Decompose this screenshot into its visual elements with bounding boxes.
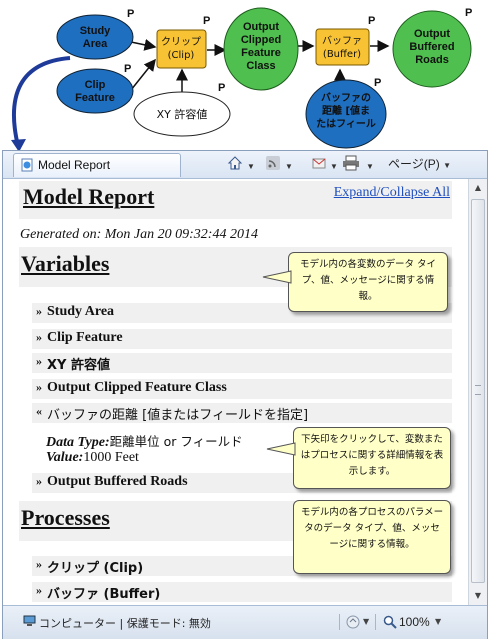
process-label: クリップ (Clip) <box>47 561 144 576</box>
node-buffer-tool[interactable]: バッファ(Buffer) <box>315 28 370 66</box>
home-dropdown[interactable]: ▼ <box>247 158 255 176</box>
report-content: Model Report Expand/Collapse All Generat… <box>3 179 468 605</box>
data-type-label: Data Type: <box>46 435 110 450</box>
value-label: Value: <box>46 450 84 465</box>
value-line: Value:1000 Feet <box>46 450 139 466</box>
callout-arrow-help: 下矢印をクリックして、変数またはプロセスに関する詳細情報を表示します。 <box>293 427 451 489</box>
callout-processes: モデル内の各プロセスのパラメータのデータ タイプ、値、メッセージに関する情報。 <box>293 500 451 574</box>
print-button[interactable] <box>342 155 360 173</box>
p-marker: P <box>218 82 225 94</box>
browser-toolbar: Model Report ▼ ▼ ▼ ▼ ページ(P) ▼ <box>3 151 487 179</box>
callout-pointer <box>262 270 292 284</box>
scroll-up-icon[interactable]: ▲ <box>470 180 486 196</box>
expand-collapse-link[interactable]: Expand/Collapse All <box>334 185 450 201</box>
svg-text:OutputBufferedRoads: Output Buffered Roads <box>409 28 454 66</box>
node-study-area[interactable]: Study Area <box>56 14 134 60</box>
scroll-down-icon[interactable]: ▼ <box>470 588 486 604</box>
chevron-down-icon: » <box>36 557 42 571</box>
node-output-buffered[interactable]: Output Buffered Roads <box>392 10 472 88</box>
chevron-down-icon: » <box>36 354 42 368</box>
variable-label: Output Buffered Roads <box>47 474 188 489</box>
status-divider <box>375 614 376 630</box>
variable-label: Output Clipped Feature Class <box>47 380 227 395</box>
p-marker: P <box>374 77 381 89</box>
generated-timestamp: Generated on: Mon Jan 20 09:32:44 2014 <box>20 227 258 242</box>
feeds-dropdown[interactable]: ▼ <box>285 158 293 176</box>
status-text: コンピューター | 保護モード: 無効 <box>39 617 211 630</box>
variable-label: XY 許容値 <box>47 358 110 373</box>
node-output-clipped[interactable]: Output Clipped Feature Class <box>223 7 299 91</box>
process-row-buffer[interactable]: » バッファ (Buffer) <box>32 582 452 602</box>
rss-icon <box>266 156 280 170</box>
zoom-icon[interactable] <box>383 615 397 629</box>
chevron-down-icon: » <box>36 330 42 344</box>
p-marker: P <box>127 8 134 20</box>
processes-heading: Processes <box>21 505 110 530</box>
variables-heading: Variables <box>21 251 110 276</box>
zoom-level[interactable]: 100% <box>399 615 430 629</box>
node-study-area-label: Study Area <box>80 25 111 50</box>
data-type-value: 距離単位 or フィールド <box>109 434 243 449</box>
p-marker: P <box>465 7 472 19</box>
report-title: Model Report <box>23 184 155 209</box>
page-menu-label: ページ(P) <box>388 157 440 171</box>
home-icon <box>227 156 243 170</box>
chevron-down-icon[interactable]: ▼ <box>435 617 441 626</box>
chevron-up-icon: « <box>36 404 42 418</box>
p-marker: P <box>203 15 210 27</box>
variable-label: Study Area <box>47 304 115 319</box>
data-type-line: Data Type:距離単位 or フィールド <box>46 431 243 451</box>
chevron-down-icon[interactable]: ▼ <box>363 617 369 626</box>
model-diagram: Study Area P Clip Feature P XY 許容値 P クリップ(… <box>11 7 472 150</box>
value-value: 1000 Feet <box>83 450 139 465</box>
printer-icon <box>343 155 359 171</box>
mail-dropdown[interactable]: ▼ <box>330 158 338 176</box>
computer-icon <box>23 615 36 626</box>
node-clip-tool[interactable]: クリップ(Clip) <box>156 29 207 69</box>
svg-text:バッファの距離 [値またはフィール: バッファの距離 [値またはフィール <box>316 92 376 130</box>
svg-text:XY 許容値: XY 許容値 <box>157 107 208 121</box>
status-bar: コンピューター | 保護モード: 無効 ▼ 100% ▼ <box>3 605 487 639</box>
pointer-arrowhead <box>11 139 26 150</box>
feeds-button[interactable] <box>265 155 281 173</box>
protected-mode-icon[interactable] <box>345 614 361 630</box>
p-marker: P <box>368 15 375 27</box>
chevron-down-icon: » <box>36 583 42 597</box>
process-label: バッファ (Buffer) <box>47 587 161 602</box>
mail-icon <box>312 158 326 169</box>
page-menu-button[interactable]: ページ(P) ▼ <box>388 155 451 173</box>
chevron-down-icon: » <box>36 474 42 488</box>
p-marker: P <box>124 63 131 75</box>
variable-row-xy-tolerance[interactable]: » XY 許容値 <box>32 353 452 373</box>
svg-text:OutputClippedFeatureClass: Output Clipped Feature Class <box>241 21 281 72</box>
mail-button[interactable] <box>311 155 327 173</box>
variable-label: バッファの距離 [値またはフィールドを指定] <box>47 408 309 423</box>
variable-row-clip-feature[interactable]: » Clip Feature <box>32 329 452 349</box>
home-button[interactable] <box>227 155 243 173</box>
node-xy-tolerance[interactable]: XY 許容値 <box>133 91 231 137</box>
chevron-down-icon: ▼ <box>443 161 452 170</box>
tab-model-report[interactable]: Model Report <box>13 153 181 177</box>
callout-pointer <box>266 442 296 456</box>
chevron-down-icon: » <box>36 380 42 394</box>
page-icon <box>21 158 33 172</box>
scroll-thumb[interactable] <box>471 199 485 583</box>
report-header: Model Report Expand/Collapse All <box>19 181 452 219</box>
print-dropdown[interactable]: ▼ <box>366 158 374 176</box>
tab-title: Model Report <box>38 158 111 172</box>
variable-row-output-clipped[interactable]: » Output Clipped Feature Class <box>32 379 452 399</box>
node-buffer-distance[interactable]: バッファの距離 [値またはフィール <box>305 79 387 149</box>
status-divider <box>339 614 340 630</box>
vertical-scrollbar[interactable]: ▲ ▼ <box>468 179 487 605</box>
callout-variables: モデル内の各変数のデータ タイプ、値、メッセージに関する情報。 <box>288 252 448 312</box>
variable-row-buffer-distance[interactable]: « バッファの距離 [値またはフィールドを指定] <box>32 403 452 423</box>
variable-label: Clip Feature <box>47 330 123 345</box>
node-clip-feature[interactable]: Clip Feature <box>56 68 134 114</box>
chevron-down-icon: » <box>36 304 42 318</box>
grip-icon <box>475 385 481 395</box>
browser-window: Model Report ▼ ▼ ▼ ▼ ページ(P) ▼ Model Repo… <box>2 150 488 639</box>
